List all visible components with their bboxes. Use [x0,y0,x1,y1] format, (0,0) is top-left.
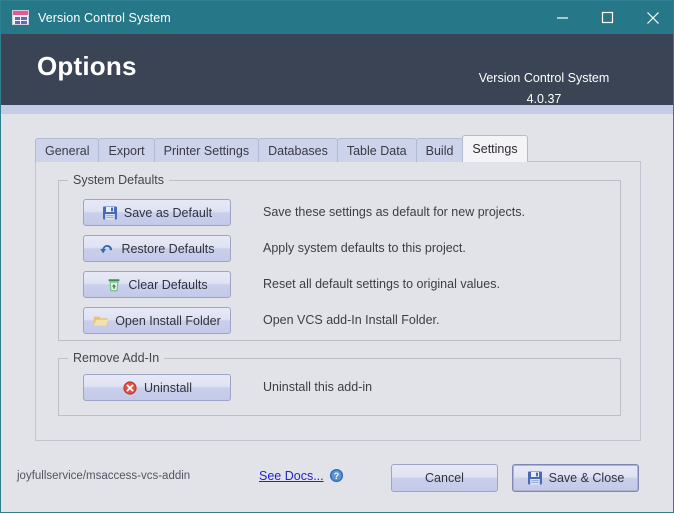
uninstall-button[interactable]: Uninstall [83,374,231,401]
open-install-folder-description: Open VCS add-In Install Folder. [263,313,440,327]
window-controls [540,1,673,34]
restore-defaults-description: Apply system defaults to this project. [263,241,466,255]
options-window: Version Control System Options Version C… [0,0,674,513]
tab-strip: General Export Printer Settings Database… [35,135,528,162]
minimize-icon[interactable] [540,1,585,34]
floppy-disk-save-icon [102,206,117,219]
title-bar: Version Control System [1,1,673,34]
header-divider-strip [1,105,673,114]
save-and-close-button[interactable]: Save & Close [512,464,639,492]
cancel-button[interactable]: Cancel [391,464,498,492]
clear-defaults-description: Reset all default settings to original v… [263,277,500,291]
undo-arrow-icon [100,244,113,253]
system-defaults-legend: System Defaults [68,173,170,187]
tab-general[interactable]: General [35,138,100,162]
tab-table-data[interactable]: Table Data [336,138,417,162]
clear-defaults-label: Clear Defaults [128,277,208,292]
window-title: Version Control System [38,10,171,25]
close-icon[interactable] [630,1,673,34]
save-as-default-button[interactable]: Save as Default [83,199,231,226]
tab-databases[interactable]: Databases [258,138,338,162]
folder-open-icon [93,316,109,326]
settings-panel: System Defaults Save as Default Save the… [35,161,641,441]
red-circle-x-icon [123,380,137,395]
tab-export[interactable]: Export [98,138,155,162]
open-install-folder-label: Open Install Folder [115,313,221,328]
footer-bar: joyfullservice/msaccess-vcs-addin See Do… [1,452,673,512]
tab-printer-settings[interactable]: Printer Settings [153,138,260,162]
cancel-label: Cancel [425,471,464,485]
save-and-close-label: Save & Close [548,471,625,485]
product-version: 4.0.37 [526,92,562,106]
product-name: Version Control System [478,71,610,85]
uninstall-description: Uninstall this add-in [263,380,373,394]
remove-addin-legend: Remove Add-In [68,351,165,365]
help-question-icon[interactable]: ? [329,468,344,483]
page-title: Options [37,51,137,81]
svg-text:?: ? [334,471,339,481]
access-table-icon [12,10,29,25]
header-band: Options Version Control System 4.0.37 [1,34,673,106]
floppy-disk-save-icon [527,471,542,485]
see-docs-link[interactable]: See Docs... [259,469,324,483]
body-area: General Export Printer Settings Database… [1,114,673,512]
restore-defaults-label: Restore Defaults [121,241,215,256]
remove-addin-group: Remove Add-In Uninstall Uninstall this a… [58,351,621,416]
save-as-default-label: Save as Default [123,205,213,220]
repo-credit: joyfullservice/msaccess-vcs-addin [17,470,191,482]
trash-bin-icon [108,278,120,291]
system-defaults-group: System Defaults Save as Default Save the… [58,173,621,341]
uninstall-label: Uninstall [144,380,192,395]
restore-defaults-button[interactable]: Restore Defaults [83,235,231,262]
tab-settings[interactable]: Settings [462,135,528,162]
maximize-icon[interactable] [585,1,630,34]
save-as-default-description: Save these settings as default for new p… [263,205,525,219]
clear-defaults-button[interactable]: Clear Defaults [83,271,231,298]
tab-build[interactable]: Build [415,138,464,162]
open-install-folder-button[interactable]: Open Install Folder [83,307,231,334]
